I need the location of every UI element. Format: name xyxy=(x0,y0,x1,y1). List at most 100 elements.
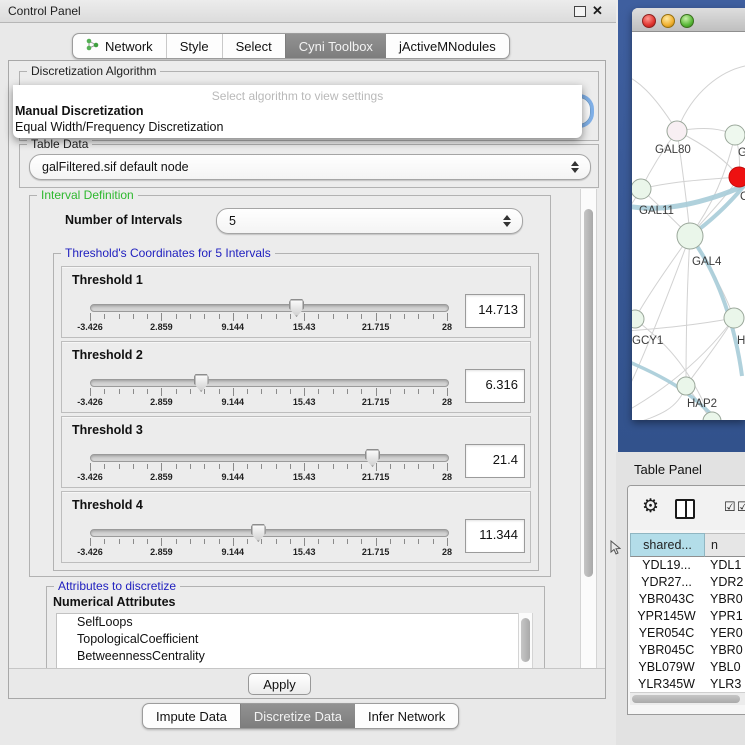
attribute-list-item[interactable]: TopologicalCoefficient xyxy=(57,631,518,648)
tick-mark xyxy=(204,464,205,469)
network-canvas[interactable]: GAL80GACGAL11GAL4GCY1HHAP2 xyxy=(632,31,745,420)
scrollbar-thumb[interactable] xyxy=(521,618,530,662)
popup-option-manual-discretization[interactable]: Manual Discretization xyxy=(15,104,575,118)
cell-shared-name[interactable]: YBL079W xyxy=(630,659,703,676)
network-window-titlebar[interactable] xyxy=(632,8,745,32)
cell-shared-name[interactable]: YDR27... xyxy=(630,574,703,591)
threshold-4-value-field[interactable]: 11.344 xyxy=(465,519,525,553)
cell-name[interactable]: YDL1 xyxy=(703,557,745,574)
network-edge[interactable] xyxy=(686,318,734,386)
network-node[interactable] xyxy=(703,412,721,420)
cell-name[interactable]: YPR1 xyxy=(703,608,745,625)
tab-cyni-toolbox[interactable]: Cyni Toolbox xyxy=(285,34,386,58)
network-node[interactable] xyxy=(677,223,703,249)
scrollbar-thumb[interactable] xyxy=(584,209,593,577)
close-window-button[interactable] xyxy=(642,14,656,28)
cell-shared-name[interactable]: YLR345W xyxy=(630,676,703,693)
checkbox-icon[interactable]: ☑ xyxy=(724,499,736,515)
tab-style[interactable]: Style xyxy=(166,34,222,58)
float-window-icon[interactable] xyxy=(574,6,586,17)
table-row[interactable]: YBR045CYBR0 xyxy=(630,642,745,659)
tick-mark xyxy=(276,464,277,469)
table-row[interactable]: YBR043CYBR0 xyxy=(630,591,745,608)
tick-label: 9.144 xyxy=(222,547,245,557)
cell-shared-name[interactable]: YBR045C xyxy=(630,642,703,659)
tick-mark xyxy=(190,464,191,469)
network-node[interactable] xyxy=(729,167,745,187)
table-data-combobox[interactable]: galFiltered.sif default node xyxy=(29,154,591,180)
threshold-3-value-field[interactable]: 21.4 xyxy=(465,444,525,478)
network-node[interactable] xyxy=(724,308,744,328)
tab-label: Impute Data xyxy=(156,709,227,724)
table-horizontal-scrollbar[interactable] xyxy=(630,692,745,705)
tick-mark xyxy=(247,389,248,394)
tick-mark xyxy=(347,389,348,394)
network-node[interactable] xyxy=(725,125,745,145)
tab-discretize-data[interactable]: Discretize Data xyxy=(240,704,355,728)
tick-label: 15.43 xyxy=(293,472,316,482)
tab-impute-data[interactable]: Impute Data xyxy=(143,704,240,728)
cell-shared-name[interactable]: YBR043C xyxy=(630,591,703,608)
attribute-list-item[interactable]: BetweennessCentrality xyxy=(57,648,518,665)
cell-shared-name[interactable]: YDL19... xyxy=(630,557,703,574)
table-row[interactable]: YDL19...YDL1 xyxy=(630,557,745,574)
threshold-3-slider[interactable] xyxy=(90,454,449,462)
tab-network[interactable]: Network xyxy=(73,34,166,58)
apply-button[interactable]: Apply xyxy=(248,673,311,695)
threshold-4-slider[interactable] xyxy=(90,529,449,537)
checkbox-icon[interactable]: ☑ xyxy=(737,499,745,515)
network-edge[interactable] xyxy=(677,66,745,131)
tick-mark xyxy=(176,389,177,394)
threshold-1-panel: Threshold 1 -3.4262.8599.14415.4321.7152… xyxy=(61,266,531,338)
column-header-shared-name[interactable]: shared... xyxy=(630,533,705,557)
cell-name[interactable]: YER0 xyxy=(703,625,745,642)
table-row[interactable]: YPR145WYPR1 xyxy=(630,608,745,625)
cell-name[interactable]: YLR3 xyxy=(703,676,745,693)
network-thick-edge[interactable] xyxy=(632,361,722,420)
network-edge[interactable] xyxy=(632,76,677,131)
table-row[interactable]: YBL079WYBL0 xyxy=(630,659,745,676)
minimize-window-button[interactable] xyxy=(661,14,675,28)
network-node[interactable] xyxy=(677,377,695,395)
network-view-window: GAL80GACGAL11GAL4GCY1HHAP2 xyxy=(632,8,745,420)
network-edge[interactable] xyxy=(641,177,739,189)
threshold-1-value-field[interactable]: 14.713 xyxy=(465,294,525,328)
cell-name[interactable]: YDR2 xyxy=(703,574,745,591)
cell-shared-name[interactable]: YER054C xyxy=(630,625,703,642)
tab-select[interactable]: Select xyxy=(222,34,285,58)
popup-option-equal-width-frequency[interactable]: Equal Width/Frequency Discretization xyxy=(15,120,575,134)
network-edge[interactable] xyxy=(635,236,690,319)
algorithm-dropdown-popup: Select algorithm to view settings Manual… xyxy=(13,85,582,138)
network-node[interactable] xyxy=(667,121,687,141)
number-of-intervals-combobox[interactable]: 5 xyxy=(216,208,523,234)
cell-name[interactable]: YBR0 xyxy=(703,642,745,659)
attributes-list-scrollbar[interactable] xyxy=(518,613,533,669)
zoom-window-button[interactable] xyxy=(680,14,694,28)
threshold-1-slider[interactable] xyxy=(90,304,449,312)
table-row[interactable]: YER054CYER0 xyxy=(630,625,745,642)
close-icon[interactable]: ✕ xyxy=(592,3,603,19)
network-edge[interactable] xyxy=(632,318,734,331)
cell-name[interactable]: YBR0 xyxy=(703,591,745,608)
panel-scrollbar[interactable] xyxy=(580,189,597,668)
split-columns-icon[interactable] xyxy=(675,499,695,519)
cell-shared-name[interactable]: YPR145W xyxy=(630,608,703,625)
number-of-intervals-label: Number of Intervals xyxy=(65,213,182,227)
attribute-list-item[interactable]: SelfLoops xyxy=(57,614,518,631)
numerical-attributes-list[interactable]: SelfLoopsTopologicalCoefficientBetweenne… xyxy=(56,613,519,671)
gear-icon[interactable]: ⚙ xyxy=(642,497,659,516)
network-node[interactable] xyxy=(632,179,651,199)
column-header-name[interactable]: n xyxy=(705,533,745,557)
table-row[interactable]: YDR27...YDR2 xyxy=(630,574,745,591)
tab-infer-network[interactable]: Infer Network xyxy=(355,704,458,728)
tab-jactivemnodules[interactable]: jActiveMNodules xyxy=(386,34,509,58)
table-row[interactable]: YLR345WYLR3 xyxy=(630,676,745,693)
table-rows[interactable]: YDL19...YDL1YDR27...YDR2YBR043CYBR0YPR14… xyxy=(630,557,745,694)
threshold-2-slider[interactable] xyxy=(90,379,449,387)
network-edge[interactable] xyxy=(632,318,734,411)
network-node-label: GAL80 xyxy=(655,144,691,156)
threshold-2-value-field[interactable]: 6.316 xyxy=(465,369,525,403)
cell-name[interactable]: YBL0 xyxy=(703,659,745,676)
scrollbar-thumb[interactable] xyxy=(632,695,740,703)
network-edge[interactable] xyxy=(686,236,690,386)
